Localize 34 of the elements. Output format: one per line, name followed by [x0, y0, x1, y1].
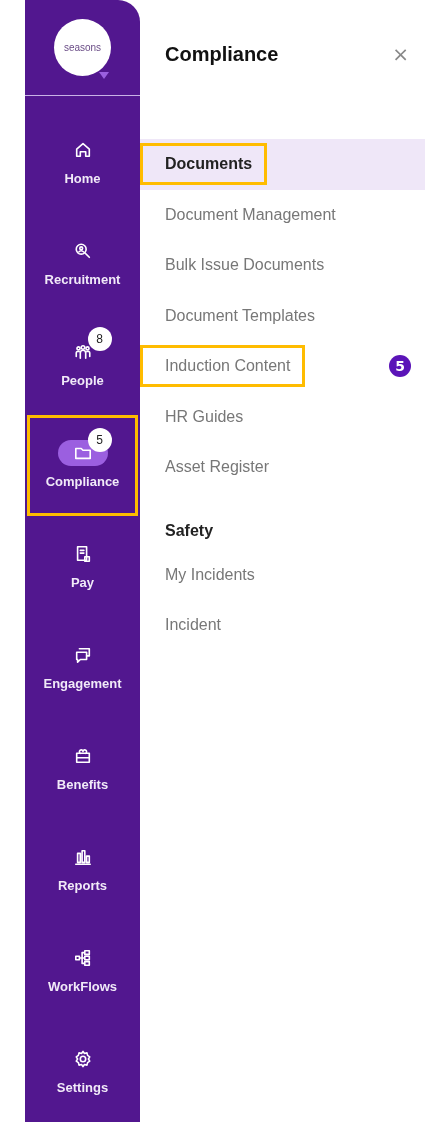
section-heading: Safety [164, 520, 215, 541]
nav-item[interactable]: Recruitment [27, 213, 138, 314]
menu-item[interactable]: Asset Register [140, 446, 285, 489]
nav-item[interactable]: Home [27, 112, 138, 213]
count-badge: 8 [87, 326, 112, 351]
nav-item[interactable]: 8 People [27, 314, 138, 415]
search-icon [73, 241, 92, 260]
gift-icon [73, 746, 92, 765]
menu-item[interactable]: Document Management [140, 193, 351, 236]
nav-item[interactable]: 5 Compliance [27, 415, 138, 516]
settings-icon [73, 1049, 92, 1068]
logo[interactable]: seasons [54, 19, 111, 76]
menu-item[interactable]: My Incidents [140, 553, 270, 596]
nav-item[interactable]: Pay [27, 516, 138, 617]
people-icon [73, 342, 92, 361]
nav-item[interactable]: Benefits [27, 718, 138, 819]
menu-item[interactable]: Bulk Issue Documents [140, 244, 340, 287]
menu-item[interactable]: Document Templates [140, 294, 330, 337]
nav-item[interactable]: Engagement [27, 617, 138, 718]
bar-chart-icon [73, 847, 92, 866]
panel-title: Compliance [165, 42, 279, 66]
menu-item[interactable]: HR Guides [140, 395, 259, 438]
menu-item[interactable]: Incident [140, 604, 237, 647]
nav-item[interactable]: Settings [27, 1021, 138, 1122]
count-badge: 5 [87, 427, 112, 452]
nav-item[interactable]: WorkFlows [27, 920, 138, 1021]
close-button[interactable]: × [388, 39, 413, 69]
count-badge: 5 [389, 355, 411, 378]
menu-item[interactable]: Induction Content [140, 345, 306, 388]
flowchart-icon [73, 948, 92, 967]
menu-item[interactable]: Documents [140, 143, 268, 186]
home-icon [73, 140, 92, 159]
nav-item[interactable]: Reports [27, 819, 138, 920]
chat-icon [73, 645, 92, 664]
